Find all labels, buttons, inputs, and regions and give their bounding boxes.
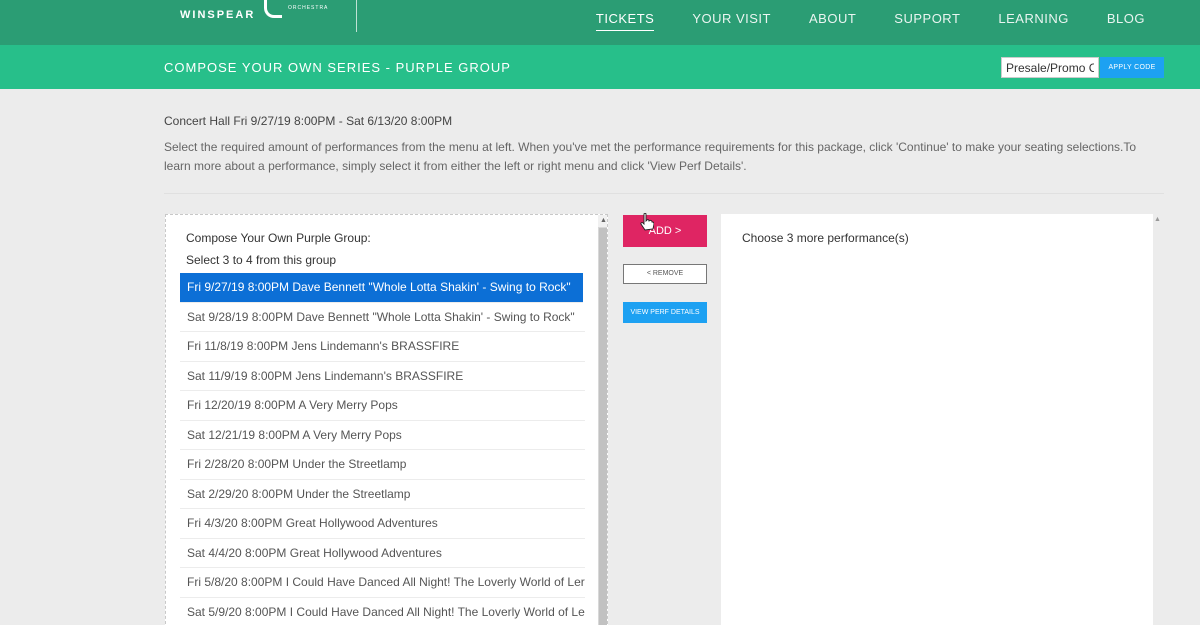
page-title: COMPOSE YOUR OWN SERIES - PURPLE GROUP [164, 60, 511, 75]
selected-performances-panel: Choose 3 more performance(s) [721, 214, 1153, 625]
performance-list-item[interactable]: Sat 2/29/20 8:00PM Under the Streetlamp [180, 480, 585, 509]
promo-code-input[interactable] [1001, 57, 1099, 78]
apply-code-button[interactable]: APPLY CODE [1100, 57, 1164, 78]
logo-subtext: ORCHESTRA [288, 5, 329, 11]
performance-list-item[interactable]: Fri 5/8/20 8:00PM I Could Have Danced Al… [180, 568, 585, 598]
performance-list-item[interactable]: Sat 5/9/20 8:00PM I Could Have Danced Al… [180, 598, 585, 625]
add-button[interactable]: ADD > [623, 215, 707, 247]
view-perf-details-button[interactable]: VIEW PERF DETAILS [623, 302, 707, 323]
section-divider [164, 193, 1164, 194]
available-performances-panel: Compose Your Own Purple Group: Select 3 … [165, 214, 608, 625]
nav-item-support[interactable]: SUPPORT [875, 0, 979, 32]
selection-status: Choose 3 more performance(s) [742, 231, 909, 245]
performance-list: Fri 9/27/19 8:00PM Dave Bennett "Whole L… [180, 273, 585, 625]
nav-item-label: SUPPORT [894, 11, 961, 26]
nav-item-label: YOUR VISIT [692, 11, 771, 26]
instructions-text: Select the required amount of performanc… [164, 140, 1137, 173]
nav-item-label: TICKETS [595, 11, 655, 31]
scroll-up-arrow-icon[interactable]: ▲ [598, 215, 607, 227]
scrollbar-thumb[interactable] [599, 228, 607, 625]
group-heading: Compose Your Own Purple Group: [186, 231, 371, 245]
nav-item-learning[interactable]: LEARNING [979, 0, 1087, 32]
nav-item-blog[interactable]: BLOG [1088, 0, 1164, 32]
nav-item-label: BLOG [1106, 11, 1145, 26]
performance-list-item[interactable]: Fri 2/28/20 8:00PM Under the Streetlamp [180, 450, 585, 480]
logo-text: WINSPEAR [180, 9, 256, 21]
logo-mark-icon [264, 0, 282, 18]
group-requirement: Select 3 to 4 from this group [186, 253, 337, 267]
performance-list-item[interactable]: Fri 12/20/19 8:00PM A Very Merry Pops [180, 391, 585, 421]
performance-list-item[interactable]: Sat 12/21/19 8:00PM A Very Merry Pops [180, 421, 585, 450]
performance-list-item[interactable]: Sat 4/4/20 8:00PM Great Hollywood Advent… [180, 539, 585, 568]
nav-item-label: LEARNING [998, 11, 1069, 26]
main-nav: TICKETS YOUR VISIT ABOUT SUPPORT LEARNING BLO… [577, 0, 1164, 32]
performance-list-item[interactable]: Sat 9/28/19 8:00PM Dave Bennett "Whole L… [180, 303, 585, 332]
nav-item-about[interactable]: ABOUT [790, 0, 875, 32]
right-scroll-up-icon[interactable]: ▲ [1154, 216, 1161, 223]
nav-item-your-visit[interactable]: YOUR VISIT [673, 0, 790, 32]
title-bar: COMPOSE YOUR OWN SERIES - PURPLE GROUP A… [0, 45, 1200, 89]
hand-pointer-icon [640, 213, 654, 231]
logo-divider [356, 0, 357, 32]
remove-button[interactable]: < REMOVE [623, 264, 707, 284]
performance-list-item[interactable]: Sat 11/9/19 8:00PM Jens Lindemann's BRAS… [180, 362, 585, 391]
performance-list-item[interactable]: Fri 9/27/19 8:00PM Dave Bennett "Whole L… [180, 273, 583, 303]
venue-date-range: Concert Hall Fri 9/27/19 8:00PM - Sat 6/… [164, 114, 453, 128]
nav-item-tickets[interactable]: TICKETS [577, 0, 673, 32]
performance-list-item[interactable]: Fri 4/3/20 8:00PM Great Hollywood Advent… [180, 509, 585, 539]
performance-list-item[interactable]: Fri 11/8/19 8:00PM Jens Lindemann's BRAS… [180, 332, 585, 362]
top-navigation: WINSPEAR ORCHESTRA TICKETS YOUR VISIT ABOU… [0, 0, 1200, 45]
nav-item-label: ABOUT [809, 11, 857, 26]
